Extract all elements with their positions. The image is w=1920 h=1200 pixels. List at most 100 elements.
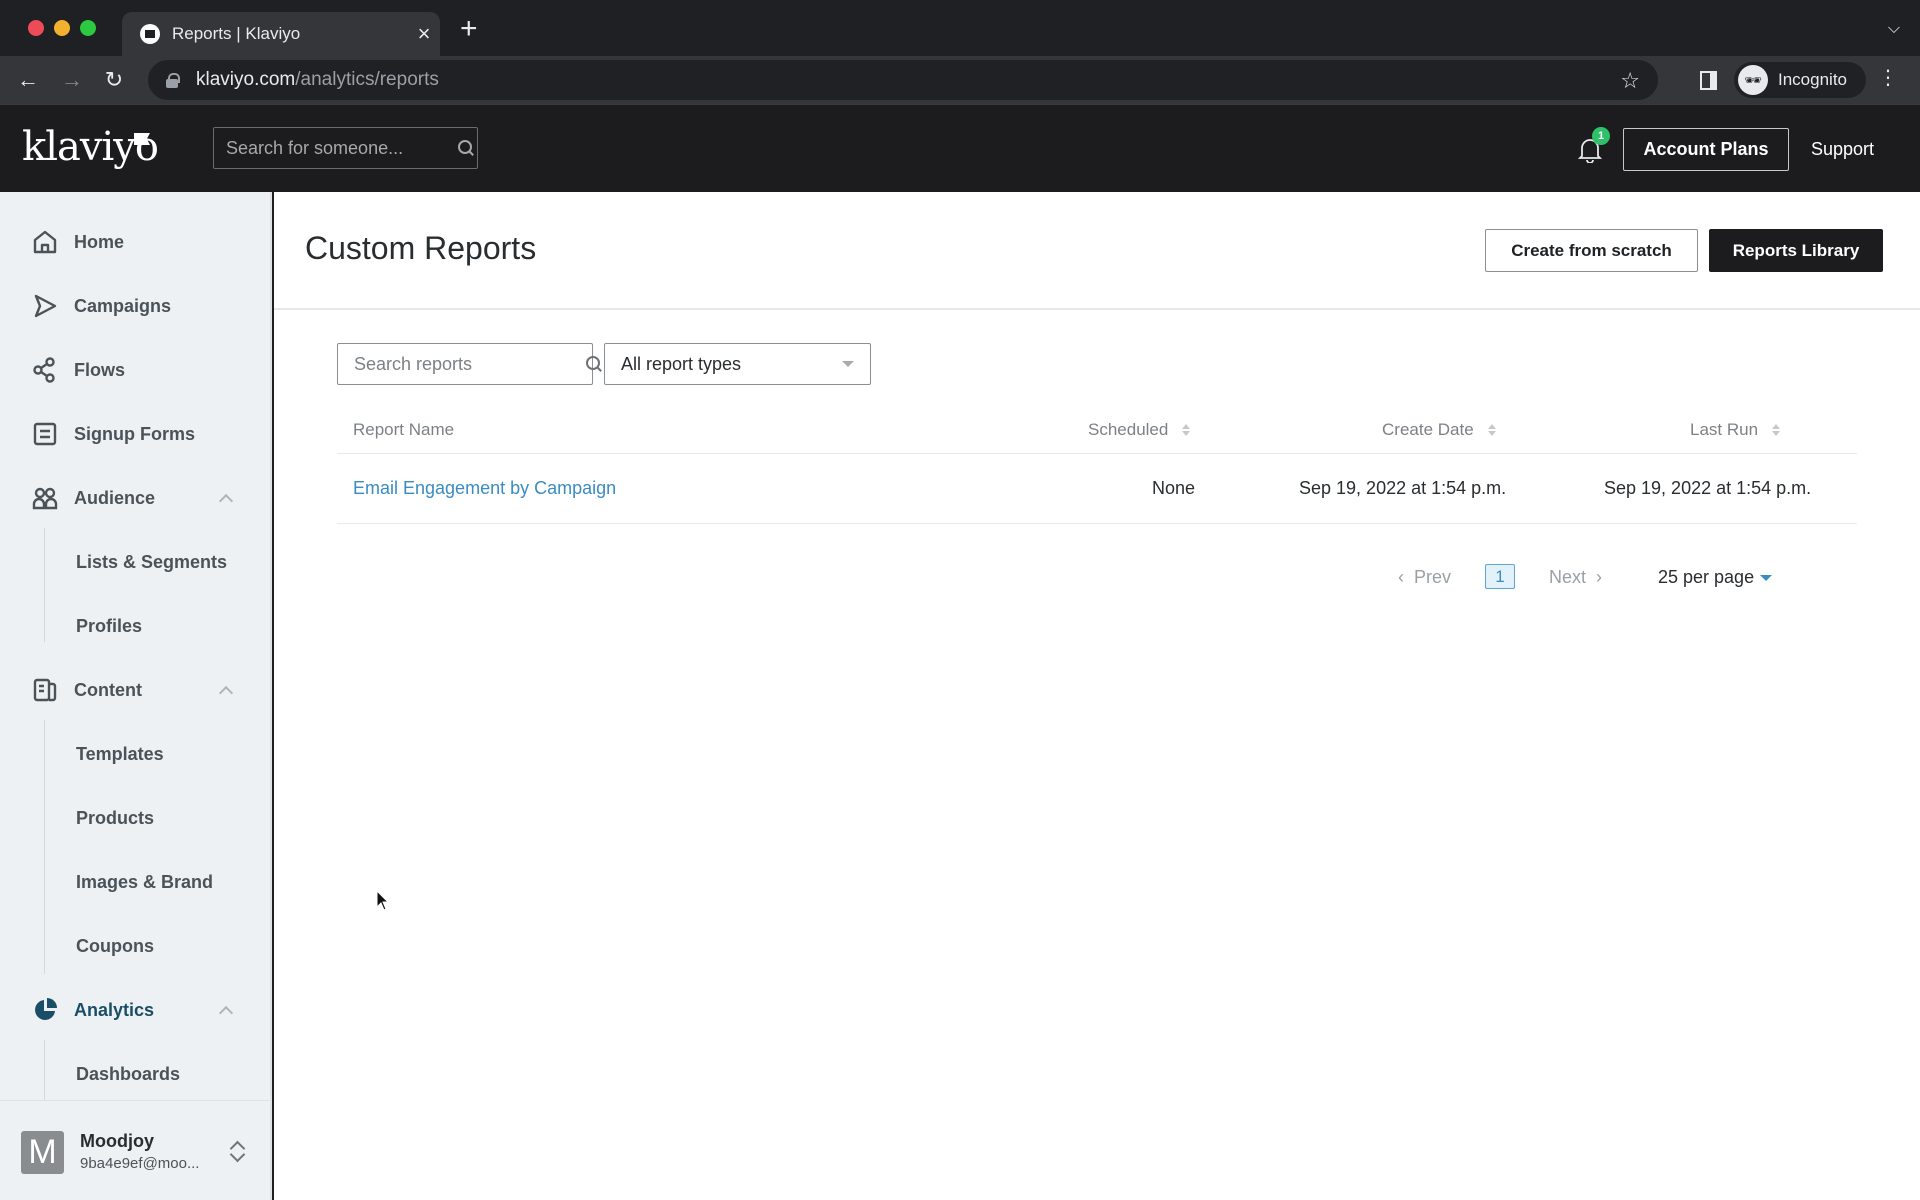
sidebar-item-analytics[interactable]: Analytics (0, 985, 270, 1035)
sidebar-item-signup-forms[interactable]: Signup Forms (0, 409, 270, 459)
column-header-create-date[interactable]: Create Date (1382, 420, 1496, 440)
notification-badge: 1 (1592, 127, 1610, 145)
sidebar-subitem-label: Lists & Segments (76, 551, 228, 572)
sidebar-subitem-templates[interactable]: Templates (0, 729, 270, 779)
sidebar-subitem-images-brand[interactable]: Images & Brand (0, 857, 270, 907)
account-email: 9ba4e9ef@moo... (80, 1155, 200, 1172)
chevron-up-icon[interactable] (218, 491, 232, 505)
support-link[interactable]: Support (1811, 139, 1874, 160)
account-plans-button[interactable]: Account Plans (1623, 128, 1789, 171)
sidebar-subitem-label: Products (76, 807, 155, 828)
send-icon (32, 293, 58, 319)
sort-icon[interactable] (1772, 423, 1781, 437)
lock-icon (166, 73, 180, 88)
sidebar-item-campaigns[interactable]: Campaigns (0, 281, 270, 331)
side-panel-icon[interactable] (1700, 71, 1717, 90)
account-switcher[interactable]: M Moodjoy 9ba4e9ef@moo... (0, 1100, 270, 1200)
table-row: Email Engagement by Campaign None Sep 19… (337, 454, 1857, 524)
address-bar[interactable]: klaviyo.com/analytics/reports ☆ (148, 60, 1658, 100)
sidebar-subitem-coupons[interactable]: Coupons (0, 921, 270, 971)
next-page-button[interactable]: Next › (1549, 567, 1602, 588)
main-content: Custom Reports Create from scratch Repor… (274, 192, 1920, 1200)
sidebar-item-label: Home (74, 231, 125, 252)
account-avatar: M (21, 1131, 64, 1174)
pie-chart-icon (32, 997, 58, 1023)
sidebar-item-label: Signup Forms (74, 423, 195, 444)
chevron-up-icon[interactable] (218, 683, 232, 697)
sidebar-subitem-lists-segments[interactable]: Lists & Segments (0, 537, 270, 587)
sidebar-item-audience[interactable]: Audience (0, 473, 270, 523)
tab-close-icon[interactable]: × (408, 21, 440, 47)
home-icon (32, 229, 58, 255)
column-header-report-name[interactable]: Report Name (353, 420, 454, 440)
sidebar-subitem-profiles[interactable]: Profiles (0, 601, 270, 651)
last-run-cell: Sep 19, 2022 at 1:54 p.m. (1604, 478, 1812, 498)
per-page-select[interactable]: 25 per page (1658, 567, 1773, 588)
reports-library-button[interactable]: Reports Library (1709, 229, 1883, 272)
sidebar-subitem-label: Profiles (76, 615, 143, 636)
window-close-button[interactable] (28, 20, 44, 36)
url-host: klaviyo.com (196, 69, 296, 90)
back-arrow-icon[interactable]: ← (14, 66, 42, 94)
report-search-field[interactable] (337, 343, 600, 385)
forward-arrow-icon[interactable]: → (58, 66, 86, 94)
per-page-label: 25 per page (1658, 567, 1755, 587)
bookmark-star-icon[interactable]: ☆ (1620, 68, 1640, 94)
window-minimize-button[interactable] (54, 20, 70, 36)
incognito-label: Incognito (1778, 70, 1847, 89)
prev-page-button[interactable]: ‹ Prev (1398, 567, 1451, 588)
chevron-up-down-icon[interactable] (228, 1137, 246, 1165)
column-header-scheduled[interactable]: Scheduled (1088, 420, 1191, 440)
sidebar-subitem-label: Images & Brand (76, 871, 214, 892)
browser-menu-icon[interactable]: ⋮ (1878, 68, 1898, 88)
sidebar-subitem-products[interactable]: Products (0, 793, 270, 843)
sidebar-item-label: Audience (74, 487, 156, 508)
sidebar-item-label: Flows (74, 359, 126, 380)
tab-search-chevron-icon[interactable]: ⌵ (1888, 20, 1900, 38)
sidebar-item-label: Content (74, 679, 142, 700)
report-type-select[interactable]: All report types (604, 343, 871, 385)
sort-icon[interactable] (1487, 423, 1496, 437)
sidebar-item-content[interactable]: Content (0, 665, 270, 715)
app-header: klaviyo 1 Account Plans Support (0, 104, 1920, 192)
report-search-input[interactable] (354, 353, 586, 375)
url-path: /analytics/reports (295, 69, 439, 90)
column-header-last-run[interactable]: Last Run (1690, 420, 1781, 440)
people-search-input[interactable] (226, 137, 458, 159)
browser-tab-active[interactable]: Reports | Klaviyo × (122, 12, 440, 56)
sidebar-item-flows[interactable]: Flows (0, 345, 270, 395)
incognito-icon: 🕶 (1738, 65, 1768, 95)
klaviyo-favicon-icon (140, 24, 160, 44)
sidebar-subitem-label: Dashboards (76, 1063, 181, 1084)
content-icon (32, 677, 58, 703)
caret-down-icon (842, 361, 854, 367)
reload-icon[interactable]: ↻ (100, 66, 128, 94)
sidebar-subitem-dashboards[interactable]: Dashboards (0, 1049, 270, 1099)
chevron-up-icon[interactable] (218, 1003, 232, 1017)
sidebar-item-home[interactable]: Home (0, 217, 270, 267)
people-icon (32, 485, 58, 511)
pagination: ‹ Prev 1 Next › 25 per page (274, 559, 1920, 595)
search-icon[interactable] (458, 140, 472, 156)
caret-down-icon (1760, 574, 1773, 581)
page-header: Custom Reports Create from scratch Repor… (274, 192, 1920, 310)
create-from-scratch-button[interactable]: Create from scratch (1485, 229, 1698, 272)
page-number-current[interactable]: 1 (1485, 564, 1515, 589)
new-tab-button[interactable]: + (460, 14, 478, 44)
people-search-field[interactable] (213, 127, 478, 169)
account-name: Moodjoy (80, 1131, 154, 1151)
browser-tab-bar: Reports | Klaviyo × + ⌵ (0, 0, 1920, 56)
sidebar-item-label: Campaigns (74, 295, 172, 316)
report-name-link[interactable]: Email Engagement by Campaign (353, 478, 616, 499)
flows-icon (32, 357, 58, 383)
sidebar-item-label: Analytics (74, 999, 155, 1020)
incognito-profile-button[interactable]: 🕶 Incognito (1734, 62, 1866, 98)
column-label: Report Name (353, 420, 455, 439)
next-label: Next (1549, 567, 1587, 587)
table-header: Report Name Scheduled Create Date Last R… (337, 404, 1857, 454)
mouse-cursor-icon (376, 890, 390, 911)
sidebar-subitem-label: Templates (76, 743, 164, 764)
reports-table: Report Name Scheduled Create Date Last R… (337, 404, 1857, 524)
window-maximize-button[interactable] (80, 20, 96, 36)
sort-icon[interactable] (1182, 423, 1191, 437)
